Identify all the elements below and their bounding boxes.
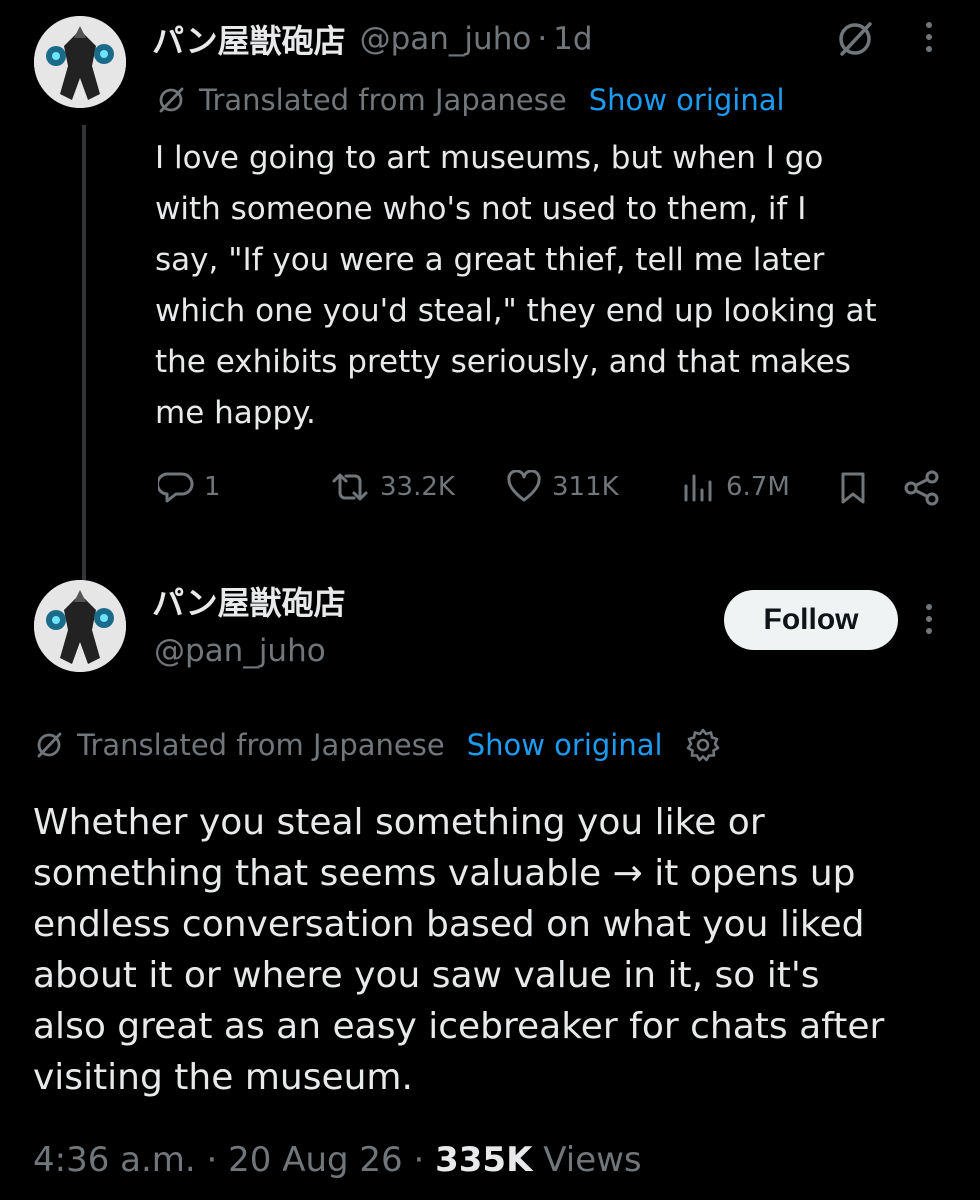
translation-row: Translated from Japanese Show original (33, 724, 721, 766)
show-original-link[interactable]: Show original (467, 728, 663, 762)
reply-tweet-header: パン屋獣砲店 @pan_juho · 1d (152, 18, 593, 60)
slashed-circle-icon (33, 729, 65, 761)
separator-dot: · (537, 21, 548, 57)
avatar[interactable] (34, 16, 126, 108)
views-bar-chart-icon (680, 470, 726, 504)
gear-icon[interactable] (685, 727, 721, 763)
more-vertical-icon[interactable] (925, 22, 933, 52)
reply-button[interactable]: 1 (158, 470, 221, 504)
repost-count: 33.2K (380, 472, 455, 502)
more-vertical-icon[interactable] (925, 604, 933, 634)
tweet-text: I love going to art museums, but when I … (155, 140, 877, 431)
time-ago[interactable]: 1d (553, 21, 592, 57)
translated-label: Translated from Japanese (199, 83, 567, 117)
display-name[interactable]: パン屋獣砲店 (152, 16, 346, 62)
share-icon[interactable] (902, 470, 942, 510)
reply-count: 1 (204, 472, 221, 502)
follow-button[interactable]: Follow (724, 590, 898, 650)
user-handle[interactable]: @pan_juho (360, 21, 532, 57)
display-name[interactable]: パン屋獣砲店 (152, 578, 346, 624)
avatar-illustration (34, 16, 126, 108)
translated-label: Translated from Japanese (77, 728, 445, 762)
thread-connector-line (82, 125, 86, 580)
views-count: 6.7M (726, 472, 790, 502)
avatar-illustration (34, 580, 126, 672)
like-button[interactable]: 311K (506, 470, 619, 504)
translation-row: Translated from Japanese Show original (155, 80, 785, 120)
tweet-meta: 4:36 a.m. · 20 Aug 26 · 335K Views (33, 1140, 642, 1180)
tweet-text: Whether you steal something you like or … (33, 802, 885, 1098)
bookmark-icon[interactable] (838, 470, 868, 510)
avatar[interactable] (34, 580, 126, 672)
slashed-circle-icon[interactable] (834, 18, 876, 64)
like-count: 311K (552, 472, 619, 502)
views-button[interactable]: 6.7M (680, 470, 790, 504)
views-label: Views (532, 1140, 642, 1180)
slashed-circle-icon (155, 84, 187, 116)
user-handle[interactable]: @pan_juho (154, 633, 326, 669)
timestamp[interactable]: 4:36 a.m. · 20 Aug 26 · (33, 1140, 435, 1180)
heart-icon (506, 470, 552, 504)
views-count: 335K (435, 1140, 533, 1180)
reply-icon (158, 470, 204, 504)
show-original-link[interactable]: Show original (589, 83, 785, 117)
repost-icon (330, 470, 380, 504)
repost-button[interactable]: 33.2K (330, 470, 455, 504)
